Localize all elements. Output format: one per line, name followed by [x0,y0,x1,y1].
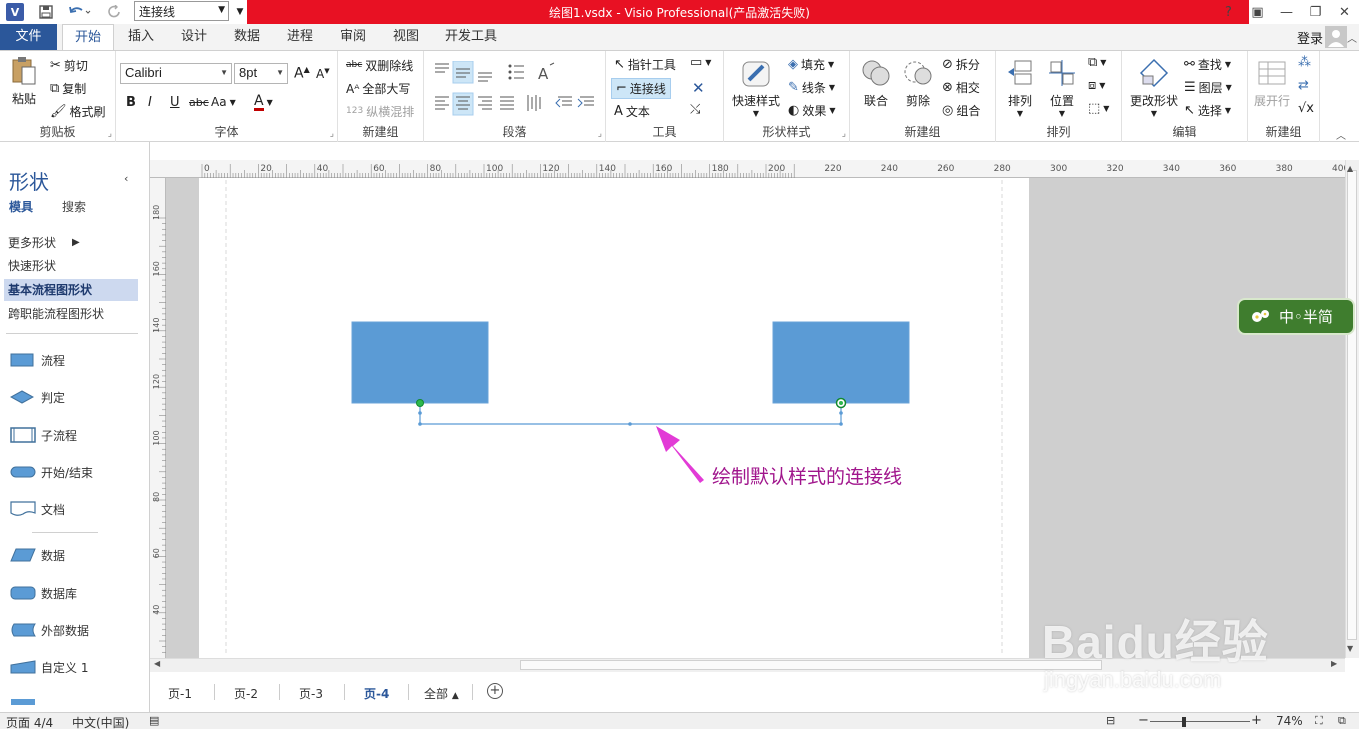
page-tab-divider [214,684,215,700]
status-bar: 页面 4/4 中文(中国) ▤ ⊟ − + 74% ⛶ ⧉ [0,712,1359,729]
watermark-logo: Baidu经验 [1042,616,1269,668]
connector-line[interactable] [419,403,842,425]
ruler-label: 0 [204,164,210,174]
ruler-ticks-vertical: 180 160 140 120 100 80 60 40 [152,205,166,653]
ruler-label: 40 [152,605,161,615]
all-pages-tab[interactable]: 全部 ▲ [424,685,459,702]
horizontal-ruler[interactable]: 0 20 40 60 80 100 120 140 160 180 200 220 240 260 280 3… [150,160,1349,178]
page-tab-divider [472,684,473,700]
connector-end-point-dot [839,401,843,405]
presentation-mode-icon[interactable]: ⊟ [1106,714,1115,727]
ruler-label: 360 [1219,164,1236,174]
page-tab-1[interactable]: 页-1 [168,685,192,702]
connector-vertex-handle[interactable] [839,422,843,426]
ruler-ticks-horizontal: 0 20 40 60 80 100 120 140 160 180 200 220 240 260 280 3… [201,164,1349,178]
watermark-url: jingyan.baidu.com [1044,667,1222,692]
ruler-label: 400 [1332,164,1345,174]
ruler-label: 60 [373,164,385,174]
add-page-button[interactable]: + [487,683,503,699]
annotation-text: 绘制默认样式的连接线 [712,466,903,488]
ruler-label: 160 [655,164,672,174]
ruler-label: 140 [152,318,161,333]
page-tab-4[interactable]: 页-4 [364,685,389,702]
connector-midpoint-handle[interactable] [839,411,843,415]
ruler-label: 380 [1276,164,1293,174]
ruler-label: 180 [712,164,729,174]
connector-begin-point[interactable] [416,399,424,407]
visio-window: 绘图1.vsdx - Visio Professional(产品激活失败) V … [0,0,1359,729]
connector-midpoint-handle[interactable] [628,422,632,426]
macro-record-icon[interactable]: ▤ [149,714,159,727]
scroll-right-icon[interactable]: ▶ [1331,659,1337,668]
process-shape-right[interactable] [772,321,910,404]
fit-page-icon[interactable]: ⛶ [1315,714,1323,728]
annotation-arrow [656,426,704,483]
all-pages-label: 全部 [424,687,449,701]
page-tab-3[interactable]: 页-3 [299,685,323,702]
status-language[interactable]: 中文(中国) [72,714,129,729]
plus-icon: + [1251,713,1262,728]
ruler-label: 280 [994,164,1011,174]
zoom-level[interactable]: 74% [1276,714,1303,728]
flower-icon [1252,309,1269,322]
ruler-label: 260 [937,164,954,174]
ruler-label: 40 [317,164,329,174]
process-shape-left[interactable] [351,321,489,404]
ruler-label: 100 [486,164,503,174]
switch-windows-icon[interactable]: ⧉ [1338,714,1346,728]
page-tab-divider [279,684,280,700]
page-tab-divider [408,684,409,700]
zoom-in-button[interactable]: + [1251,713,1262,728]
plus-icon: + [489,683,501,698]
zoom-slider-thumb[interactable] [1182,717,1186,727]
ruler-label: 60 [152,548,161,558]
zoom-out-button[interactable]: − [1138,713,1149,728]
ruler-label: 140 [599,164,616,174]
page-tab-divider [344,684,345,700]
ruler-label: 20 [260,164,272,174]
status-page-number[interactable]: 页面 4/4 [6,714,53,729]
ruler-label: 320 [1106,164,1123,174]
ruler-label: 160 [152,261,161,276]
scroll-up-icon[interactable]: ▲ [1347,164,1353,173]
minus-icon: − [1138,713,1149,728]
ime-language-badge[interactable]: 中◦半简 [1237,298,1355,335]
horizontal-scroll-thumb[interactable] [520,660,1102,670]
ruler-label: 80 [152,492,161,502]
ruler-label: 120 [152,374,161,389]
vertical-ruler[interactable]: 180 160 140 120 100 80 60 40 [150,178,166,658]
scroll-left-icon[interactable]: ◀ [154,659,160,668]
zoom-slider[interactable] [1150,721,1250,722]
caret-up-icon: ▲ [451,691,459,701]
ruler-label: 100 [152,430,161,445]
ruler-label: 120 [542,164,559,174]
ruler-label: 80 [430,164,442,174]
ruler-label: 220 [824,164,841,174]
connector-midpoint-handle[interactable] [418,411,422,415]
ruler-label: 300 [1050,164,1067,174]
ruler-label: 180 [152,205,161,220]
connector-vertex-handle[interactable] [418,422,422,426]
ruler-label: 240 [881,164,898,174]
page-tab-2[interactable]: 页-2 [234,685,258,702]
scroll-down-icon[interactable]: ▼ [1347,644,1353,653]
ruler-label: 200 [768,164,785,174]
vertical-scroll-thumb[interactable] [1347,170,1357,640]
ruler-label: 340 [1163,164,1180,174]
ime-badge-text: 中◦半简 [1279,308,1333,326]
